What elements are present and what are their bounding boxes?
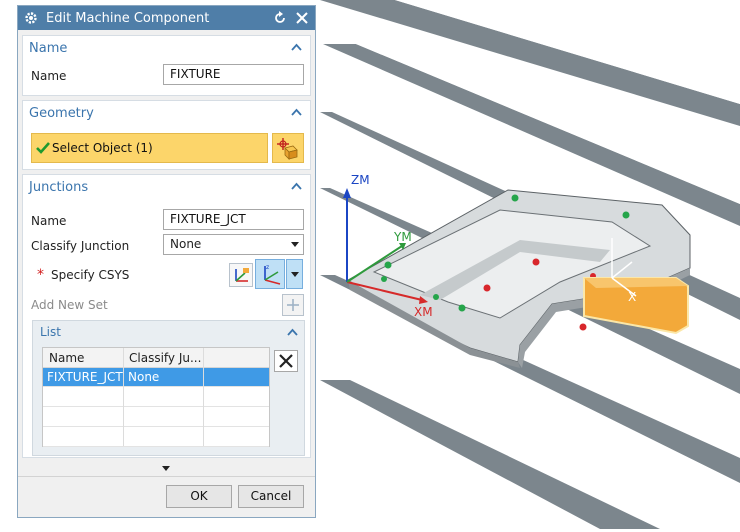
junction-name-label: Name	[31, 214, 67, 228]
csys-triad-icon: z	[264, 264, 281, 285]
collapse-icon[interactable]	[287, 327, 298, 338]
close-button[interactable]	[293, 9, 311, 27]
delete-button[interactable]	[274, 350, 298, 372]
add-set-icon	[287, 299, 299, 311]
junction-list-table[interactable]: Name Classify Ju... FIXTURE_JCT None	[42, 347, 270, 447]
junctions-section: Junctions Name FIXTURE_JCT Classify Junc…	[22, 174, 311, 458]
axis-label-x: X	[628, 290, 637, 304]
chevron-down-icon	[291, 272, 299, 277]
list-subpanel: List Name Classify Ju... FIXTURE_JCT Non…	[32, 320, 305, 456]
edit-machine-component-dialog: Edit Machine Component Name Name FIXTURE…	[17, 5, 316, 518]
csys-dialog-icon	[235, 268, 249, 282]
more-options-chevron-icon[interactable]	[162, 466, 170, 471]
column-header-classify[interactable]: Classify Ju...	[129, 351, 203, 365]
close-icon	[296, 12, 308, 24]
dialog-titlebar[interactable]: Edit Machine Component	[18, 6, 315, 30]
specify-csys-label: Specify CSYS	[51, 268, 130, 282]
name-input[interactable]: FIXTURE	[163, 64, 304, 85]
collapse-icon[interactable]	[291, 107, 302, 118]
table-row[interactable]: FIXTURE_JCT None	[43, 368, 269, 387]
name-section: Name Name FIXTURE	[22, 35, 311, 96]
table-row	[43, 408, 269, 427]
ok-button[interactable]: OK	[166, 485, 232, 508]
reset-icon	[275, 11, 285, 23]
table-header: Name Classify Ju...	[43, 348, 269, 368]
column-header-name[interactable]: Name	[49, 351, 123, 365]
name-section-title: Name	[29, 41, 68, 56]
classify-junction-select[interactable]: None	[163, 234, 304, 255]
table-row	[43, 388, 269, 407]
footer-divider	[18, 476, 315, 477]
gear-icon[interactable]	[24, 11, 38, 25]
delete-x-icon	[279, 354, 293, 368]
junctions-section-title: Junctions	[29, 180, 89, 195]
list-title: List	[40, 325, 61, 339]
row-name: FIXTURE_JCT	[47, 370, 123, 384]
reset-button[interactable]	[271, 9, 289, 27]
collapse-icon[interactable]	[291, 181, 302, 192]
classify-junction-value: None	[170, 237, 202, 251]
column-separator	[123, 348, 124, 446]
collapse-icon[interactable]	[291, 42, 302, 53]
add-new-set-button[interactable]	[282, 294, 304, 316]
junctions-section-header[interactable]: Junctions	[23, 175, 310, 201]
name-label: Name	[31, 69, 67, 83]
add-new-set-label: Add New Set	[31, 298, 108, 312]
column-separator	[203, 348, 204, 446]
select-object-button[interactable]	[272, 133, 304, 163]
svg-text:z: z	[266, 264, 269, 271]
axis-label-ym: YM	[394, 230, 412, 244]
csys-type-dropdown[interactable]	[286, 259, 303, 289]
dialog-title: Edit Machine Component	[46, 10, 210, 26]
axis-label-xm: XM	[414, 305, 433, 319]
classify-junction-label: Classify Junction	[31, 239, 130, 253]
csys-dialog-button[interactable]	[229, 263, 253, 287]
checkmark-icon	[36, 142, 50, 154]
select-object-label: Select Object (1)	[52, 141, 153, 155]
geometry-section-header[interactable]: Geometry	[23, 101, 310, 127]
required-marker: *	[37, 267, 44, 283]
geometry-section-title: Geometry	[29, 106, 94, 121]
geometry-section: Geometry Select Object (1)	[22, 100, 311, 170]
table-row	[43, 428, 269, 447]
row-classify: None	[128, 370, 160, 384]
cancel-button[interactable]: Cancel	[238, 485, 304, 508]
select-object-row[interactable]: Select Object (1)	[31, 133, 268, 163]
chevron-down-icon	[291, 242, 299, 247]
csys-type-button[interactable]: z	[255, 259, 285, 289]
name-section-header[interactable]: Name	[23, 36, 310, 62]
select-cube-icon	[277, 138, 298, 160]
axis-label-zm: ZM	[351, 173, 370, 187]
junction-name-input[interactable]: FIXTURE_JCT	[163, 209, 304, 230]
